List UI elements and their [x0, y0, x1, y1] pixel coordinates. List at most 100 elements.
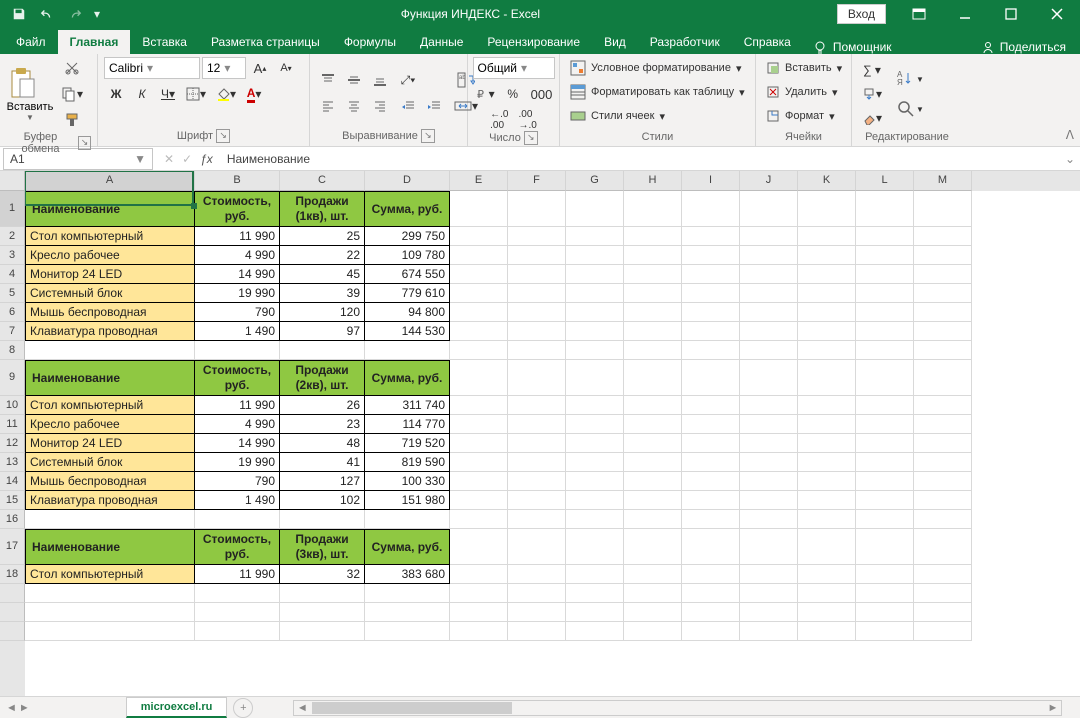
cell[interactable] [856, 622, 914, 641]
cell[interactable]: 779 610 [365, 284, 450, 303]
cell[interactable] [798, 529, 856, 565]
cell[interactable] [740, 510, 798, 529]
cell[interactable] [195, 622, 280, 641]
cell[interactable] [624, 303, 682, 322]
cell[interactable]: 127 [280, 472, 365, 491]
cell[interactable] [682, 360, 740, 396]
collapse-ribbon-button[interactable]: ᐱ [1066, 128, 1074, 142]
cell[interactable]: 23 [280, 415, 365, 434]
cell[interactable] [280, 341, 365, 360]
cell[interactable] [856, 284, 914, 303]
cell[interactable] [798, 396, 856, 415]
font-name-select[interactable]: Calibri▾ [104, 57, 200, 79]
cell[interactable]: Сумма, руб. [365, 191, 450, 227]
cell[interactable] [682, 246, 740, 265]
row-header[interactable]: 5 [0, 284, 25, 303]
row-header[interactable]: 17 [0, 529, 25, 565]
cell[interactable]: 311 740 [365, 396, 450, 415]
cell[interactable] [798, 227, 856, 246]
cell[interactable] [450, 622, 508, 641]
border-button[interactable]: ▾ [182, 83, 210, 105]
cell[interactable]: 45 [280, 265, 365, 284]
cell[interactable] [682, 491, 740, 510]
cell[interactable] [508, 265, 566, 284]
cell[interactable] [566, 341, 624, 360]
cell[interactable] [856, 341, 914, 360]
cell[interactable] [508, 191, 566, 227]
cell[interactable]: Кресло рабочее [25, 415, 195, 434]
cell[interactable] [280, 603, 365, 622]
cell[interactable]: Клавиатура проводная [25, 491, 195, 510]
cell[interactable] [798, 191, 856, 227]
cell[interactable] [740, 565, 798, 584]
expand-formula-bar-button[interactable]: ⌄ [1060, 152, 1080, 166]
cell[interactable] [798, 565, 856, 584]
cell[interactable] [508, 284, 566, 303]
cell[interactable] [195, 603, 280, 622]
col-header-L[interactable]: L [856, 171, 914, 191]
cell[interactable] [682, 341, 740, 360]
cell[interactable] [798, 284, 856, 303]
copy-button[interactable]: ▾ [57, 83, 87, 105]
cell[interactable] [856, 246, 914, 265]
cell[interactable] [682, 622, 740, 641]
cell[interactable]: Стоимость, руб. [195, 191, 280, 227]
cell[interactable] [856, 303, 914, 322]
cell[interactable] [25, 510, 195, 529]
cell[interactable] [508, 303, 566, 322]
cell[interactable] [624, 529, 682, 565]
cell[interactable] [914, 396, 972, 415]
horizontal-scrollbar[interactable]: ◄► [293, 700, 1062, 716]
decrease-indent-button[interactable] [396, 95, 420, 117]
cell[interactable] [856, 434, 914, 453]
cell[interactable]: Стол компьютерный [25, 565, 195, 584]
undo-button[interactable] [34, 2, 60, 26]
cell[interactable] [450, 191, 508, 227]
cell[interactable]: Системный блок [25, 284, 195, 303]
fx-button[interactable]: ƒx [200, 152, 213, 166]
cell[interactable] [624, 472, 682, 491]
cell[interactable] [508, 227, 566, 246]
cell[interactable]: Стол компьютерный [25, 396, 195, 415]
cell[interactable] [798, 341, 856, 360]
cell[interactable] [450, 453, 508, 472]
cell[interactable] [740, 341, 798, 360]
ribbon-display-button[interactable] [896, 0, 942, 28]
cell[interactable] [914, 284, 972, 303]
cell[interactable] [682, 603, 740, 622]
cell[interactable] [25, 622, 195, 641]
cell[interactable] [856, 396, 914, 415]
align-right-button[interactable] [368, 95, 392, 117]
cell[interactable] [624, 415, 682, 434]
cell[interactable]: 32 [280, 565, 365, 584]
cell[interactable] [798, 246, 856, 265]
cell[interactable] [508, 341, 566, 360]
cell[interactable]: 19 990 [195, 284, 280, 303]
cell[interactable] [914, 265, 972, 284]
cell[interactable] [624, 434, 682, 453]
col-header-C[interactable]: C [280, 171, 365, 191]
tell-me-button[interactable]: Помощник [803, 40, 902, 54]
sheet-nav-next[interactable]: ► [19, 702, 30, 714]
cell[interactable] [566, 415, 624, 434]
cell[interactable] [566, 303, 624, 322]
find-select-button[interactable]: ▼ [892, 98, 928, 120]
cut-button[interactable] [57, 57, 87, 79]
cell[interactable] [914, 491, 972, 510]
cell[interactable]: 97 [280, 322, 365, 341]
row-header[interactable]: 2 [0, 227, 25, 246]
row-header[interactable]: 15 [0, 491, 25, 510]
cell[interactable] [798, 584, 856, 603]
cell[interactable] [566, 472, 624, 491]
fill-handle[interactable] [191, 203, 197, 209]
cell[interactable] [682, 322, 740, 341]
cell[interactable] [365, 603, 450, 622]
minimize-button[interactable] [942, 0, 988, 28]
cell[interactable] [450, 603, 508, 622]
add-sheet-button[interactable]: + [233, 698, 253, 718]
cell[interactable] [624, 584, 682, 603]
cell[interactable] [624, 322, 682, 341]
cell[interactable]: 48 [280, 434, 365, 453]
cell[interactable] [450, 434, 508, 453]
row-header[interactable]: 12 [0, 434, 25, 453]
